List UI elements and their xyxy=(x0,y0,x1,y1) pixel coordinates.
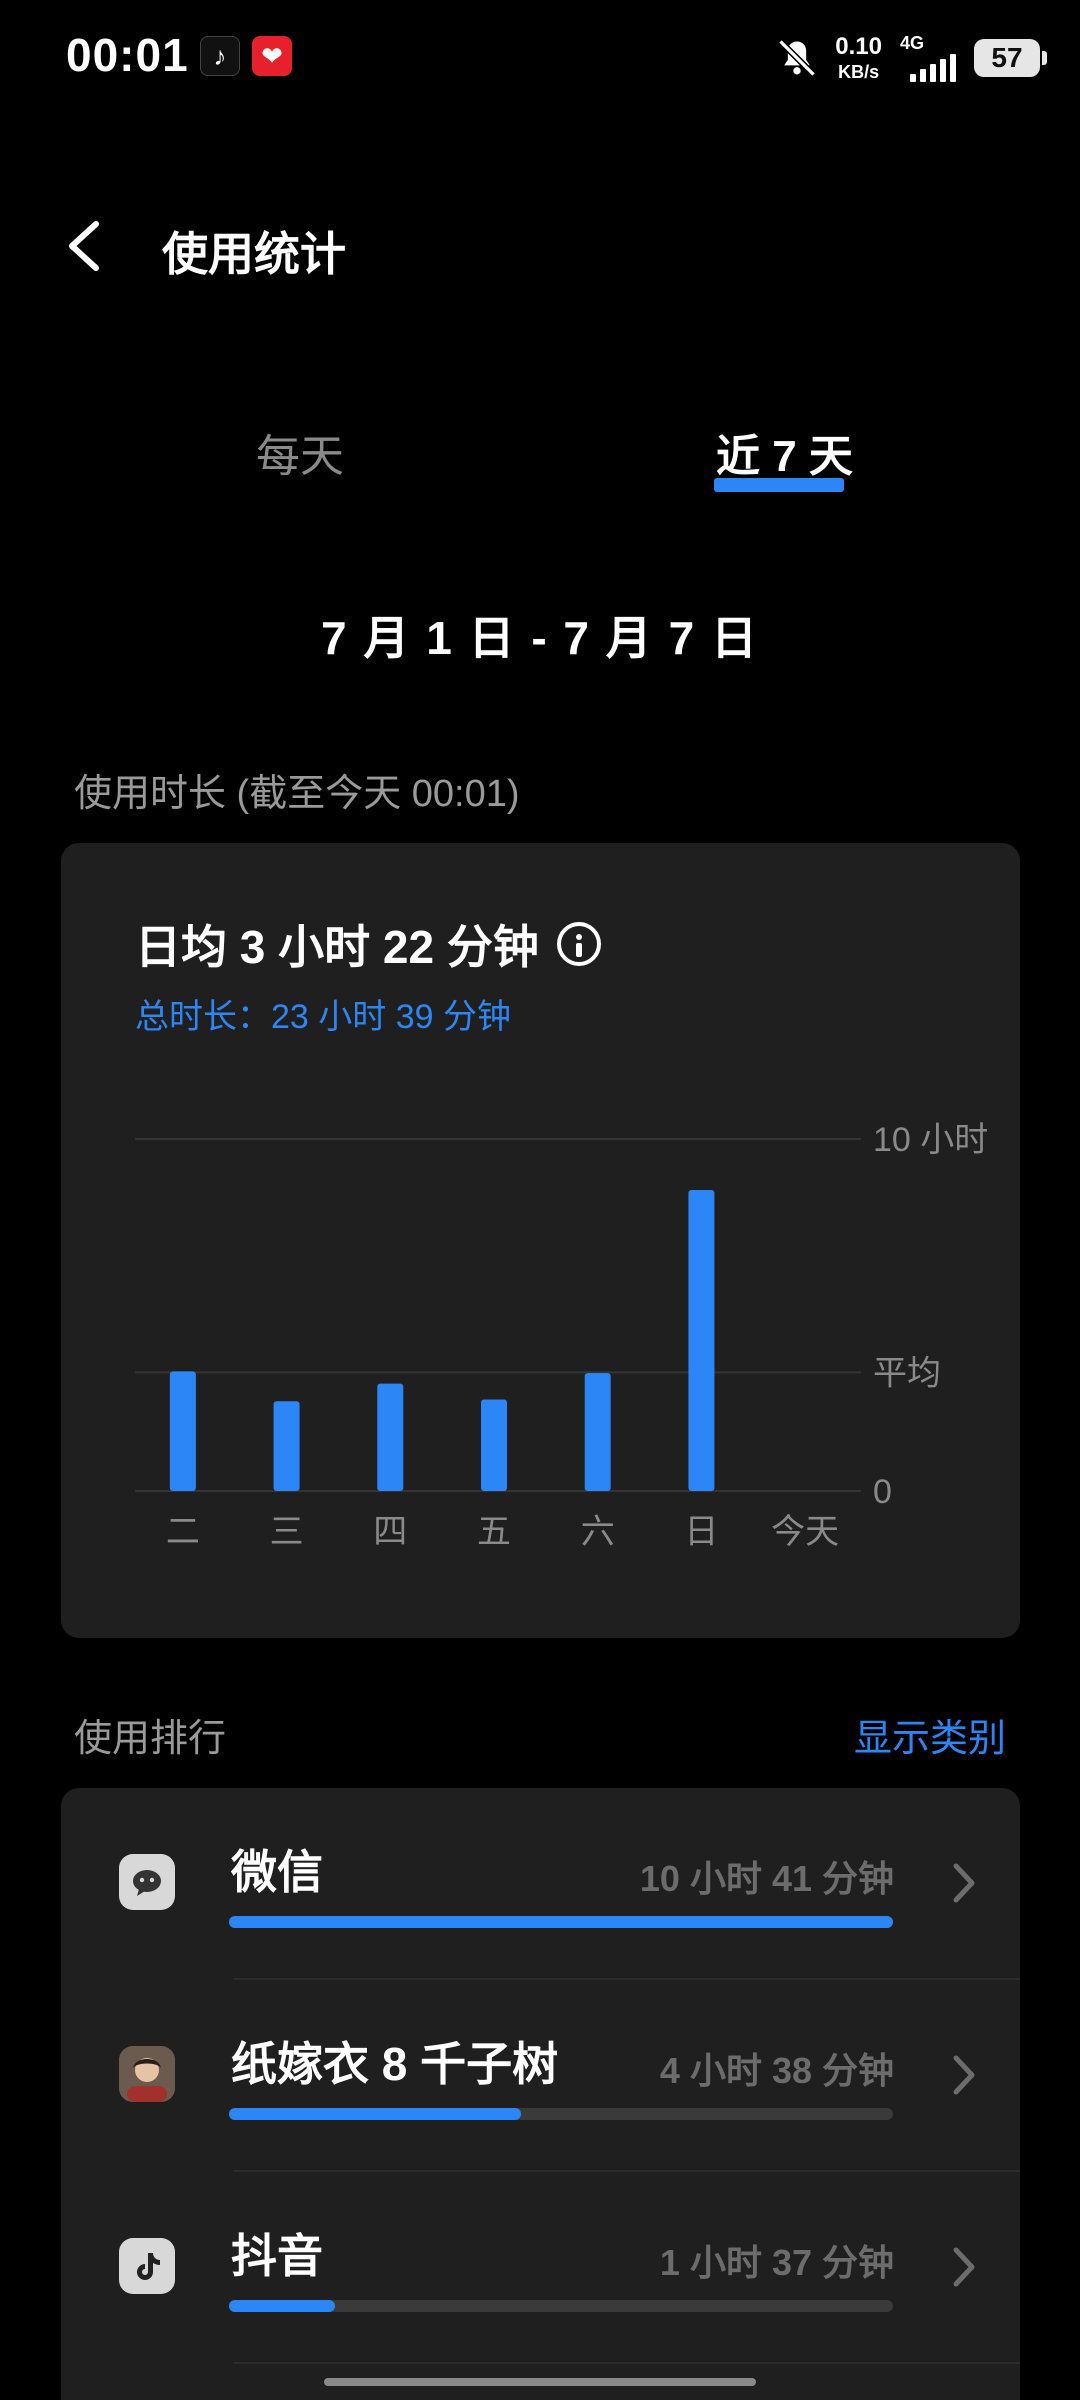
x-tick-label: 三 xyxy=(270,1513,304,1551)
chevron-right-icon xyxy=(953,2247,975,2287)
home-indicator[interactable] xyxy=(324,2378,756,2386)
ranking-section-label: 使用排行 xyxy=(74,1718,227,1760)
app-name: 微信 xyxy=(231,1846,323,1898)
back-arrow-icon[interactable] xyxy=(60,218,110,274)
app-duration: 4 小时 38 分钟 xyxy=(659,2050,894,2091)
date-range: 7 月 1 日 - 7 月 7 日 xyxy=(321,612,759,664)
show-category-link[interactable]: 显示类别 xyxy=(854,1707,1006,1762)
usage-progress-fill xyxy=(229,2300,336,2312)
usage-progress-bar xyxy=(229,2108,893,2120)
app-row-douyin[interactable]: 抖音 1 小时 37 分钟 xyxy=(61,2172,1020,2364)
bell-muted-icon xyxy=(778,39,816,77)
chevron-right-icon xyxy=(953,2055,975,2095)
network-speed-unit: KB/s xyxy=(838,62,880,82)
chart-bar xyxy=(688,1190,715,1491)
usage-bar-chart: 10 小时平均 0 二 三 四 五 六 日 今天 xyxy=(135,1121,988,1551)
chart-bar xyxy=(169,1371,196,1491)
app-name: 纸嫁衣 8 千子树 xyxy=(231,2038,559,2090)
usage-progress-fill xyxy=(229,2108,522,2120)
status-bar: 00:01 ♪ ❤ 0.10 KB/s 4G 57 xyxy=(0,0,1080,116)
tiktok-notification-icon: ♪ xyxy=(200,36,240,76)
x-tick-label: 五 xyxy=(477,1513,511,1551)
usage-section-label: 使用时长 (截至今天 00:01) xyxy=(74,773,520,815)
red-app-notification-icon: ❤ xyxy=(252,36,292,76)
status-indicators: 0.10 KB/s 4G 57 xyxy=(775,30,1047,86)
status-time: 00:01 xyxy=(66,29,189,81)
x-tick-label: 今天 xyxy=(771,1513,839,1551)
douyin-icon xyxy=(119,2238,175,2294)
chevron-right-icon xyxy=(953,1863,975,1903)
usage-progress-bar xyxy=(229,2300,893,2312)
network-speed: 0.10 KB/s xyxy=(835,33,882,82)
wechat-icon xyxy=(119,1854,175,1910)
x-tick-label: 二 xyxy=(166,1513,200,1551)
chart-bar xyxy=(377,1383,404,1491)
signal-icon xyxy=(910,54,960,82)
chart-bar xyxy=(584,1373,611,1491)
chart-bar xyxy=(481,1399,507,1491)
battery-icon: 57 xyxy=(974,39,1047,77)
app-row-game[interactable]: 纸嫁衣 8 千子树 4 小时 38 分钟 xyxy=(61,1980,1020,2172)
app-name: 抖音 xyxy=(231,2230,323,2282)
network-speed-value: 0.10 xyxy=(835,33,882,60)
app-row-wechat[interactable]: 微信 10 小时 41 分钟 xyxy=(61,1788,1020,1980)
tab-active-indicator xyxy=(714,478,844,492)
network-type: 4G xyxy=(900,33,925,53)
x-tick-label: 四 xyxy=(373,1513,407,1551)
app-duration: 1 小时 37 分钟 xyxy=(659,2242,894,2283)
y-tick-label: 0 xyxy=(873,1473,892,1511)
app-ranking-list: 微信 10 小时 41 分钟 纸嫁衣 8 千子树 4 小时 38 分钟 抖音 1… xyxy=(61,1788,1020,2400)
usage-progress-bar xyxy=(229,1916,893,1928)
usage-chart-card: 日均 3 小时 22 分钟 总时长：23 小时 39 分钟 10 小时 平均 0 二三… xyxy=(61,843,1020,1638)
usage-stats-screen: 00:01 ♪ ❤ 0.10 KB/s 4G 57 使用统计 每天 近 7 天 … xyxy=(0,0,1080,2400)
tab-last-7-days[interactable]: 近 7 天 xyxy=(716,420,853,484)
page-title: 使用统计 xyxy=(162,228,346,280)
game-avatar-icon xyxy=(119,2046,175,2102)
tab-daily[interactable]: 每天 xyxy=(256,420,344,484)
x-tick-label: 日 xyxy=(684,1513,718,1551)
signal-indicator: 4G xyxy=(900,34,960,82)
divider xyxy=(233,2362,1020,2364)
usage-progress-fill xyxy=(229,1916,893,1928)
y-tick-label: 10 小时 xyxy=(873,1121,988,1159)
chart-bar xyxy=(273,1401,300,1491)
y-tick-label: 平均 xyxy=(873,1354,941,1392)
app-duration: 10 小时 41 分钟 xyxy=(639,1858,894,1899)
x-tick-label: 六 xyxy=(581,1513,615,1551)
